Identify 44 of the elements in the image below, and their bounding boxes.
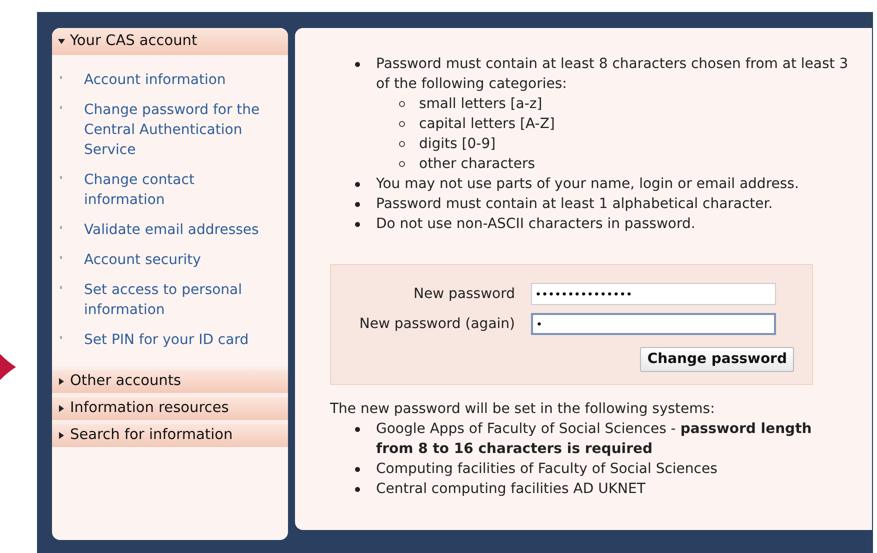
sidebar-link[interactable]: Account security (84, 250, 274, 270)
bullet-icon (355, 202, 360, 207)
caret-icon (58, 432, 65, 439)
bullet-icon (355, 62, 360, 67)
caret-icon (58, 38, 65, 45)
sidebar-link[interactable]: Account information (84, 70, 274, 90)
sidebar-link[interactable]: Change password for the Central Authentication Service (84, 100, 274, 160)
change-password-button[interactable]: Change password (640, 347, 794, 372)
sidebar-link[interactable]: Set access to personal information (84, 280, 274, 320)
section-header[interactable]: Other accounts (52, 366, 288, 393)
bullet-icon (355, 467, 360, 472)
policy-category: other characters (419, 155, 536, 174)
bullet-icon (355, 222, 360, 227)
password-field[interactable]: • (531, 313, 776, 335)
circle-bullet-icon (399, 101, 405, 107)
pointer-icon (0, 354, 16, 380)
system-item: Google Apps of Faculty of Social Sciences - password length from 8 to 16 characters is required (376, 420, 813, 459)
policy-category: small letters [a-z] (419, 95, 542, 114)
bullet-icon (355, 487, 360, 492)
policy-category: digits [0-9] (419, 135, 496, 154)
password-field[interactable]: ••••••••••••••• (531, 283, 776, 305)
policy-rule: Password must contain at least 8 characters chosen from at least 3 of the following categories: (376, 55, 850, 94)
caret-icon (58, 405, 65, 412)
policy-rule: You may not use parts of your name, login or email address. (376, 175, 799, 194)
section-header[interactable]: Your CAS account (52, 28, 288, 55)
circle-bullet-icon (399, 121, 405, 127)
sidebar-link[interactable]: Validate email addresses (84, 220, 274, 240)
policy-rule: Do not use non-ASCII characters in password. (376, 215, 696, 234)
section-header[interactable]: Search for information (52, 420, 288, 447)
circle-bullet-icon (399, 161, 405, 167)
policy-rule: Password must contain at least 1 alphabetical character. (376, 195, 773, 214)
bullet-icon (355, 182, 360, 187)
bullet-icon (355, 427, 360, 432)
policy-category: capital letters [A-Z] (419, 115, 555, 134)
field-label: New password (again) (358, 314, 516, 334)
system-item: Central computing facilities AD UKNET (376, 480, 646, 499)
systems-intro: The new password will be set in the following systems: (330, 400, 716, 419)
sidebar-link[interactable]: Set PIN for your ID card (84, 330, 274, 350)
section-header[interactable]: Information resources (52, 393, 288, 420)
caret-icon (58, 378, 65, 385)
circle-bullet-icon (399, 141, 405, 147)
system-item: Computing facilities of Faculty of Social Sciences (376, 460, 718, 479)
field-label: New password (412, 284, 516, 304)
sidebar-link[interactable]: Change contact information (84, 170, 274, 210)
